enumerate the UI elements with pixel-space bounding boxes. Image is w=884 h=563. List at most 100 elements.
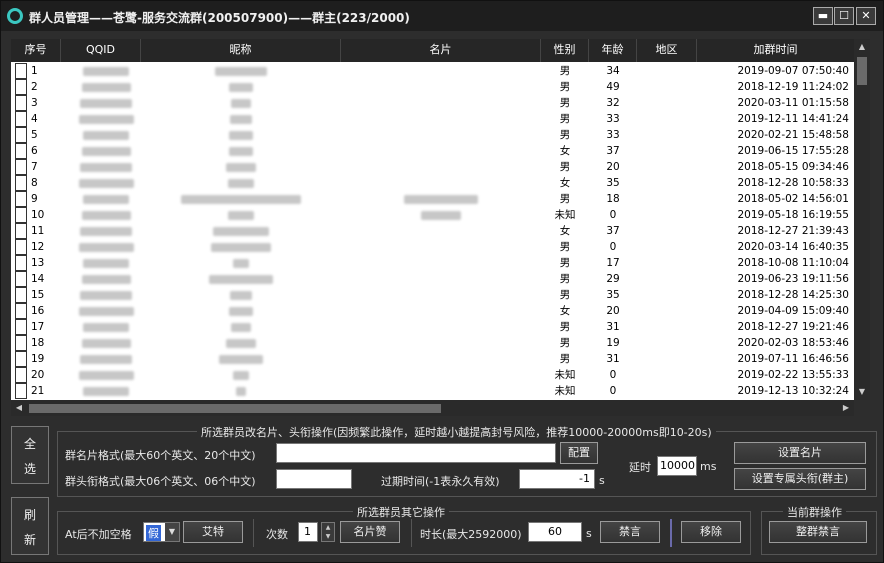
- minimize-button[interactable]: ▬: [813, 7, 833, 25]
- refresh-button[interactable]: 刷 新: [11, 497, 49, 555]
- card-cell: [343, 255, 539, 271]
- header-no[interactable]: 序号: [11, 39, 61, 62]
- spin-up-icon[interactable]: ▲: [322, 523, 334, 532]
- table-row[interactable]: 19 男 31 2019-07-11 16:46:56: [11, 351, 854, 367]
- select-all-button[interactable]: 全 选: [11, 426, 49, 484]
- table-row[interactable]: 12 男 0 2020-03-14 16:40:35: [11, 239, 854, 255]
- row-checkbox[interactable]: [15, 207, 27, 223]
- scroll-right-icon[interactable]: ▶: [838, 400, 854, 416]
- row-checkbox[interactable]: [15, 271, 27, 287]
- header-card[interactable]: 名片: [341, 39, 541, 62]
- config-button[interactable]: 配置: [560, 442, 598, 464]
- vertical-scrollbar[interactable]: ▲ ▼: [854, 39, 870, 400]
- table-row[interactable]: 7 男 20 2018-05-15 09:34:46: [11, 159, 854, 175]
- table-row[interactable]: 2 男 49 2018-12-19 11:24:02: [11, 79, 854, 95]
- row-checkbox[interactable]: [15, 223, 27, 239]
- table-row[interactable]: 11 女 37 2018-12-27 21:39:43: [11, 223, 854, 239]
- table-row[interactable]: 10 未知 0 2019-05-18 16:19:55: [11, 207, 854, 223]
- set-card-button[interactable]: 设置名片: [734, 442, 866, 464]
- table-row[interactable]: 1 男 34 2019-09-07 07:50:40: [11, 63, 854, 79]
- scroll-up-icon[interactable]: ▲: [854, 39, 870, 55]
- table-row[interactable]: 6 女 37 2019-06-15 17:55:28: [11, 143, 854, 159]
- expire-input[interactable]: -1: [519, 469, 595, 489]
- spin-down-icon[interactable]: ▼: [322, 532, 334, 541]
- age-cell: 31: [606, 321, 620, 333]
- row-checkbox[interactable]: [15, 287, 27, 303]
- card-redacted: [421, 210, 461, 220]
- row-checkbox[interactable]: [15, 143, 27, 159]
- card-cell: [343, 303, 539, 319]
- table-row[interactable]: 21 未知 0 2019-12-13 10:32:24: [11, 383, 854, 399]
- vertical-scroll-thumb[interactable]: [857, 57, 867, 85]
- scroll-down-icon[interactable]: ▼: [854, 384, 870, 400]
- row-checkbox[interactable]: [15, 191, 27, 207]
- profile-like-button[interactable]: 名片赞: [340, 521, 400, 543]
- row-checkbox[interactable]: [15, 351, 27, 367]
- card-cell: [343, 191, 539, 207]
- table-row[interactable]: 13 男 17 2018-10-08 11:10:04: [11, 255, 854, 271]
- maximize-button[interactable]: ☐: [834, 7, 854, 25]
- table-row[interactable]: 3 男 32 2020-03-11 01:15:58: [11, 95, 854, 111]
- header-age[interactable]: 年龄: [589, 39, 637, 62]
- set-title-button[interactable]: 设置专属头衔(群主): [734, 468, 866, 490]
- table-row[interactable]: 16 女 20 2019-04-09 15:09:40: [11, 303, 854, 319]
- header-region[interactable]: 地区: [637, 39, 697, 62]
- row-checkbox[interactable]: [15, 79, 27, 95]
- gender-cell: 男: [559, 97, 571, 109]
- table-row[interactable]: 5 男 33 2020-02-21 15:48:58: [11, 127, 854, 143]
- table-row[interactable]: 20 未知 0 2019-02-22 13:55:33: [11, 367, 854, 383]
- row-checkbox[interactable]: [15, 255, 27, 271]
- mute-button[interactable]: 禁言: [600, 521, 660, 543]
- title-bar[interactable]: 群人员管理——苍鹭-服务交流群(200507900)——群主(223/2000)…: [1, 1, 883, 31]
- join-time-cell: 2019-12-13 10:32:24: [737, 385, 849, 397]
- at-no-space-select[interactable]: 假 ▼: [143, 522, 180, 542]
- mute-all-button[interactable]: 整群禁言: [769, 521, 867, 543]
- row-checkbox[interactable]: [15, 127, 27, 143]
- table-row[interactable]: 8 女 35 2018-12-28 10:58:33: [11, 175, 854, 191]
- at-button[interactable]: 艾特: [183, 521, 243, 543]
- header-gender[interactable]: 性别: [541, 39, 589, 62]
- row-checkbox[interactable]: [15, 367, 27, 383]
- card-format-input[interactable]: [276, 443, 556, 463]
- row-checkbox[interactable]: [15, 303, 27, 319]
- header-join-time[interactable]: 加群时间: [697, 39, 854, 62]
- row-checkbox[interactable]: [15, 63, 27, 79]
- table-row[interactable]: 18 男 19 2020-02-03 18:53:46: [11, 335, 854, 351]
- age-cell: 0: [609, 241, 617, 253]
- gender-cell: 女: [559, 145, 571, 157]
- header-nickname[interactable]: 昵称: [141, 39, 341, 62]
- qqid-cell: [73, 383, 139, 399]
- qqid-cell: [73, 159, 139, 175]
- count-input[interactable]: 1: [298, 522, 318, 542]
- table-row[interactable]: 9 男 18 2018-05-02 14:56:01: [11, 191, 854, 207]
- member-table[interactable]: 序号 QQID 昵称 名片 性别 年龄 地区 加群时间 1 男 34 2019-09-…: [11, 39, 854, 400]
- header-qqid[interactable]: QQID: [61, 39, 141, 62]
- table-row[interactable]: 17 男 31 2018-12-27 19:21:46: [11, 319, 854, 335]
- nickname-redacted: [229, 306, 253, 316]
- dropdown-arrow-icon[interactable]: ▼: [165, 523, 179, 541]
- row-checkbox[interactable]: [15, 175, 27, 191]
- horizontal-scrollbar[interactable]: ◀ ▶: [11, 400, 854, 416]
- title-format-input[interactable]: [276, 469, 352, 489]
- row-checkbox[interactable]: [15, 239, 27, 255]
- nickname-cell: [143, 383, 339, 399]
- scroll-left-icon[interactable]: ◀: [11, 400, 27, 416]
- horizontal-scroll-thumb[interactable]: [29, 404, 441, 413]
- select-all-label-1: 全: [23, 437, 36, 451]
- row-checkbox[interactable]: [15, 319, 27, 335]
- close-button[interactable]: ✕: [856, 7, 876, 25]
- row-checkbox[interactable]: [15, 159, 27, 175]
- duration-input[interactable]: 60: [528, 522, 582, 542]
- remove-button[interactable]: 移除: [681, 521, 741, 543]
- row-checkbox[interactable]: [15, 95, 27, 111]
- delay-label: 延时: [629, 461, 651, 474]
- row-checkbox[interactable]: [15, 111, 27, 127]
- delay-input[interactable]: 10000: [657, 456, 697, 476]
- table-row[interactable]: 4 男 33 2019-12-11 14:41:24: [11, 111, 854, 127]
- row-checkbox[interactable]: [15, 335, 27, 351]
- table-row[interactable]: 14 男 29 2019-06-23 19:11:56: [11, 271, 854, 287]
- count-spinner[interactable]: ▲ ▼: [321, 522, 335, 542]
- row-number: 8: [31, 177, 38, 189]
- table-row[interactable]: 15 男 35 2018-12-28 14:25:30: [11, 287, 854, 303]
- row-checkbox[interactable]: [15, 383, 27, 399]
